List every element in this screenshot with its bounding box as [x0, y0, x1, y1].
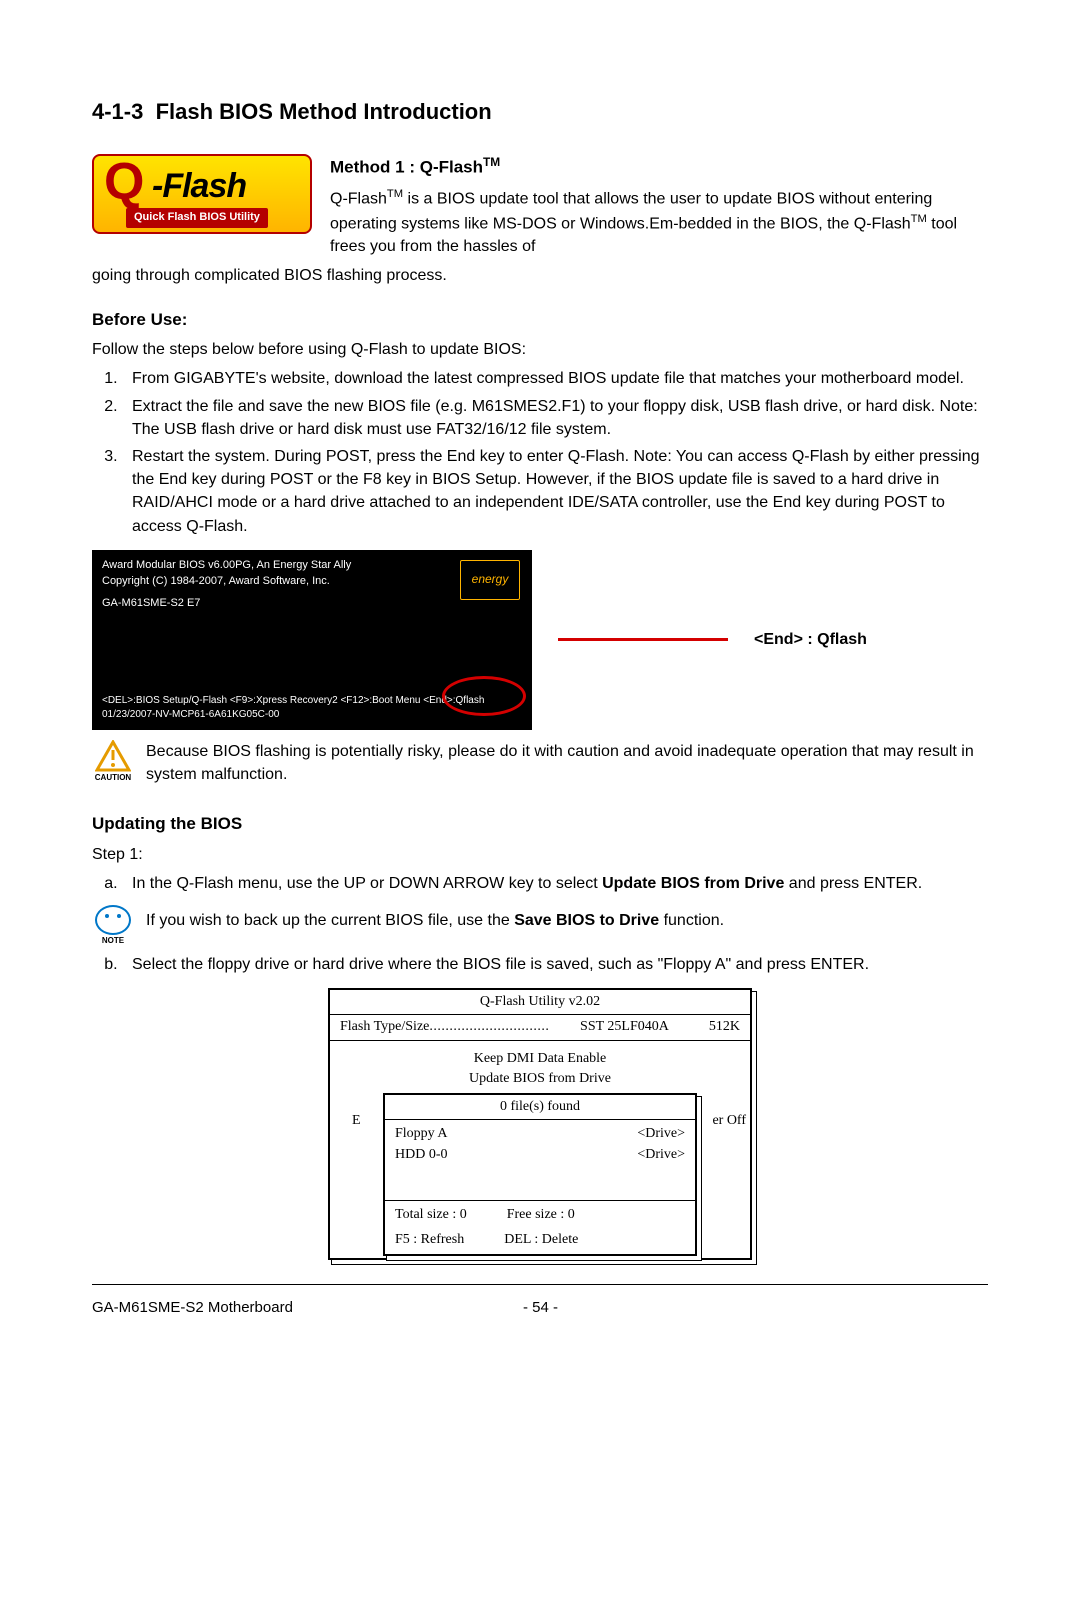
qutil-drive-popup: 0 file(s) found Floppy A<Drive> HDD 0-0<… [383, 1093, 697, 1256]
before-use-intro: Follow the steps below before using Q-Fl… [92, 338, 988, 361]
qutil-total: Total size : 0 [395, 1205, 467, 1225]
drive-row[interactable]: HDD 0-0<Drive> [395, 1145, 685, 1165]
step-item: From GIGABYTE's website, download the la… [122, 367, 988, 390]
step-item: Extract the file and save the new BIOS f… [122, 395, 988, 441]
qutil-title: Q-Flash Utility v2.02 [330, 990, 750, 1015]
updating-head: Updating the BIOS [92, 812, 988, 837]
qutil-popup-title: 0 file(s) found [385, 1095, 695, 1120]
qflash-logo: Q -Flash Quick Flash BIOS Utility [92, 154, 312, 234]
qutil-keep-dmi: Keep DMI Data Enable [340, 1049, 740, 1069]
step-b: Select the floppy drive or hard drive wh… [122, 953, 988, 976]
note-text: If you wish to back up the current BIOS … [146, 909, 988, 932]
qutil-del: DEL : Delete [504, 1230, 578, 1250]
method1-para2: going through complicated BIOS flashing … [92, 264, 988, 287]
qutil-update-option[interactable]: Update BIOS from Drive [340, 1069, 740, 1089]
energy-star-icon: energy [460, 560, 520, 600]
caution-text: Because BIOS flashing is potentially ris… [146, 740, 988, 786]
caution-icon: CAUTION [92, 740, 134, 784]
footer-divider [92, 1284, 988, 1285]
before-use-steps: From GIGABYTE's website, download the la… [92, 367, 988, 537]
post-screenshot: Award Modular BIOS v6.00PG, An Energy St… [92, 550, 532, 730]
drive-row[interactable]: Floppy A<Drive> [395, 1124, 685, 1144]
qutil-free: Free size : 0 [507, 1205, 575, 1225]
footer-model: GA-M61SME-S2 Motherboard [92, 1297, 293, 1319]
step1-label: Step 1: [92, 843, 988, 866]
method1-para1: Q-FlashTM is a BIOS update tool that all… [330, 186, 988, 258]
note-icon: NOTE [92, 905, 134, 947]
end-callout: <End> : Qflash [754, 628, 867, 651]
step-item: Restart the system. During POST, press t… [122, 445, 988, 538]
step-a: In the Q-Flash menu, use the UP or DOWN … [122, 872, 988, 895]
qutil-f5: F5 : Refresh [395, 1230, 464, 1250]
qutil-flash-info: Flash Type/Size.........................… [330, 1015, 750, 1040]
end-highlight-circle [442, 676, 526, 716]
qflash-utility-window: Q-Flash Utility v2.02 Flash Type/Size...… [328, 988, 752, 1260]
before-use-head: Before Use: [92, 308, 988, 333]
callout-line [558, 638, 728, 641]
method1-heading: Method 1 : Q-FlashTM [330, 154, 988, 180]
footer-page: - 54 - [293, 1297, 788, 1319]
section-title: 4-1-3 Flash BIOS Method Introduction [92, 96, 988, 128]
